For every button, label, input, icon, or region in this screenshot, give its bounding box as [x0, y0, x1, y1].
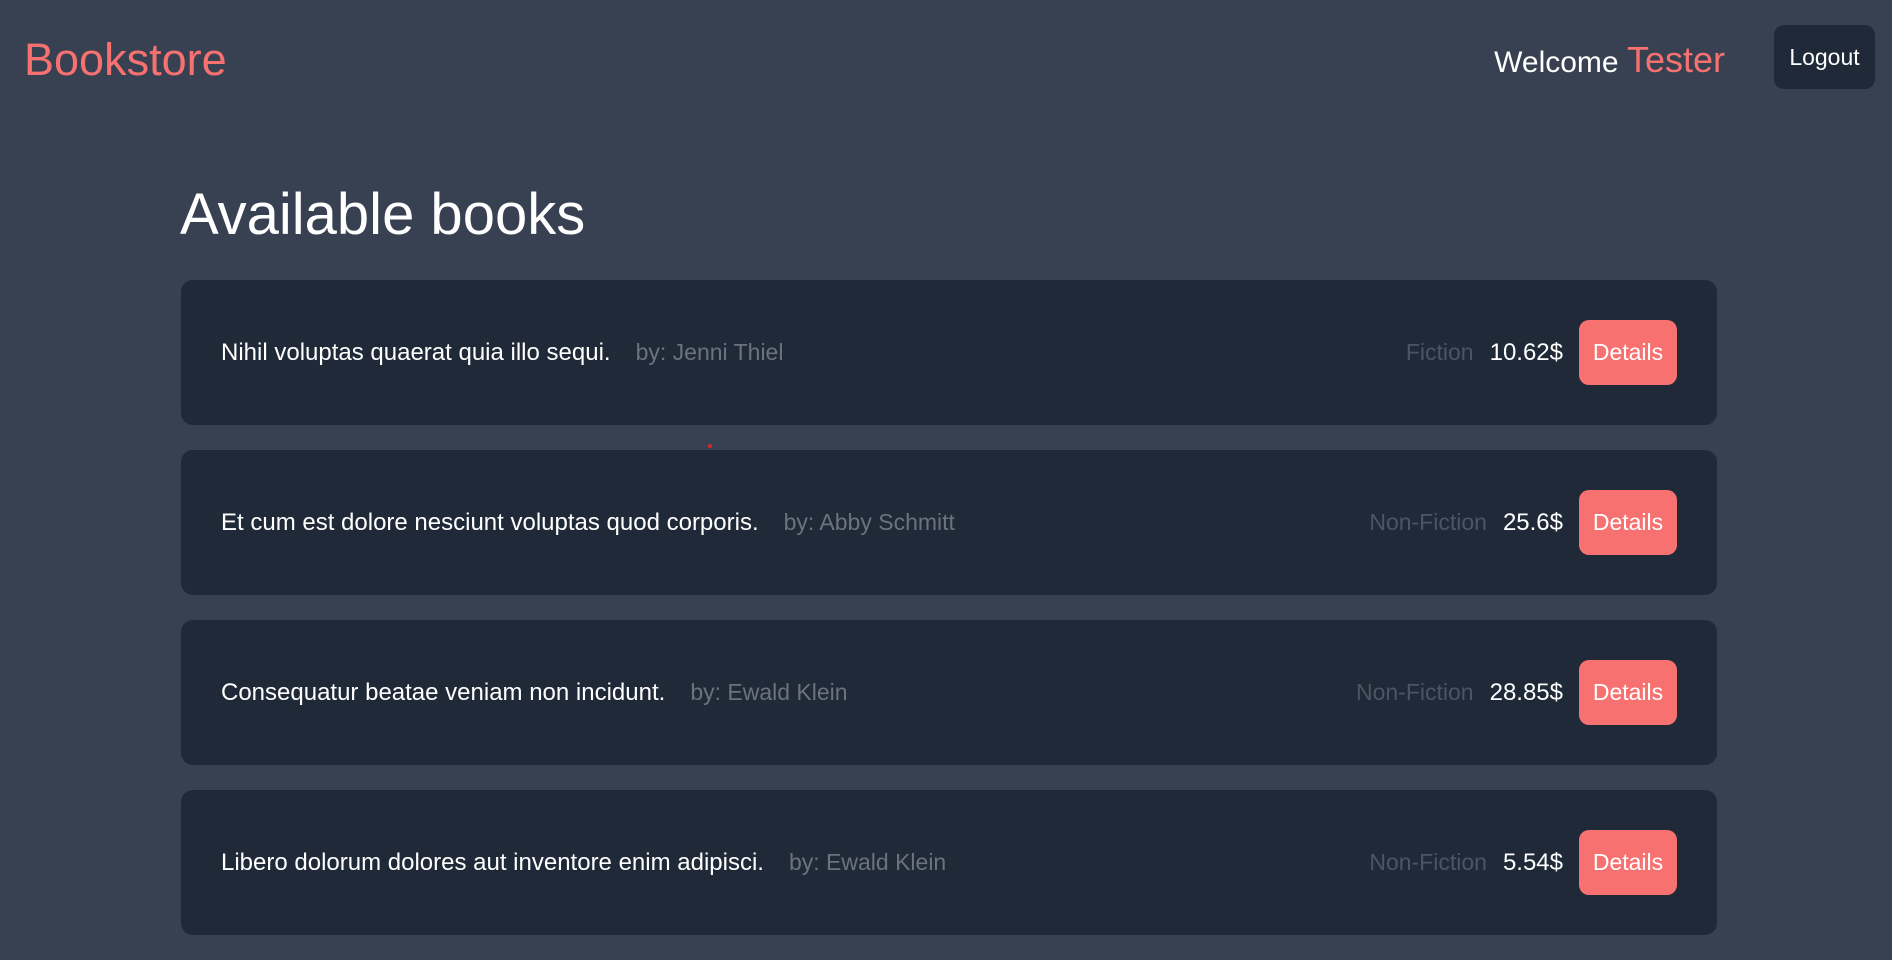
brand-link[interactable]: Bookstore	[24, 34, 227, 86]
book-author: by: Jenni Thiel	[635, 339, 784, 365]
book-price: 25.6$	[1502, 508, 1563, 536]
book-author: by: Ewald Klein	[788, 849, 947, 875]
cursor-dot	[708, 444, 712, 448]
book-row: Et cum est dolore nesciunt voluptas quod…	[181, 450, 1717, 595]
details-button[interactable]: Details	[1579, 830, 1677, 895]
username: Tester	[1626, 39, 1725, 80]
book-price: 5.54$	[1502, 848, 1563, 876]
book-genre: Non-Fiction	[1355, 679, 1474, 705]
book-list: Nihil voluptas quaerat quia illo sequi. …	[181, 280, 1717, 960]
book-row: Libero dolorum dolores aut inventore eni…	[181, 790, 1717, 935]
book-title: Nihil voluptas quaerat quia illo sequi.	[221, 338, 611, 366]
details-button[interactable]: Details	[1579, 320, 1677, 385]
book-row: Nihil voluptas quaerat quia illo sequi. …	[181, 280, 1717, 425]
welcome-text: Welcome	[1494, 46, 1619, 79]
book-genre: Fiction	[1405, 339, 1474, 365]
book-price: 10.62$	[1489, 338, 1563, 366]
page-title: Available books	[180, 182, 586, 247]
book-genre: Non-Fiction	[1369, 509, 1487, 535]
details-button[interactable]: Details	[1579, 490, 1677, 555]
book-title: Consequatur beatae veniam non incidunt.	[221, 678, 666, 706]
book-title: Et cum est dolore nesciunt voluptas quod…	[221, 508, 759, 536]
book-row: Consequatur beatae veniam non incidunt. …	[181, 620, 1717, 765]
book-genre: Non-Fiction	[1369, 849, 1487, 875]
book-price: 28.85$	[1489, 678, 1563, 706]
header: Bookstore Welcome Tester Logout	[0, 0, 1892, 120]
book-title: Libero dolorum dolores aut inventore eni…	[221, 848, 764, 876]
book-author: by: Ewald Klein	[690, 679, 848, 705]
logout-button[interactable]: Logout	[1774, 25, 1875, 89]
welcome-message: Welcome Tester	[1494, 38, 1725, 85]
book-author: by: Abby Schmitt	[783, 509, 955, 535]
details-button[interactable]: Details	[1579, 660, 1677, 725]
